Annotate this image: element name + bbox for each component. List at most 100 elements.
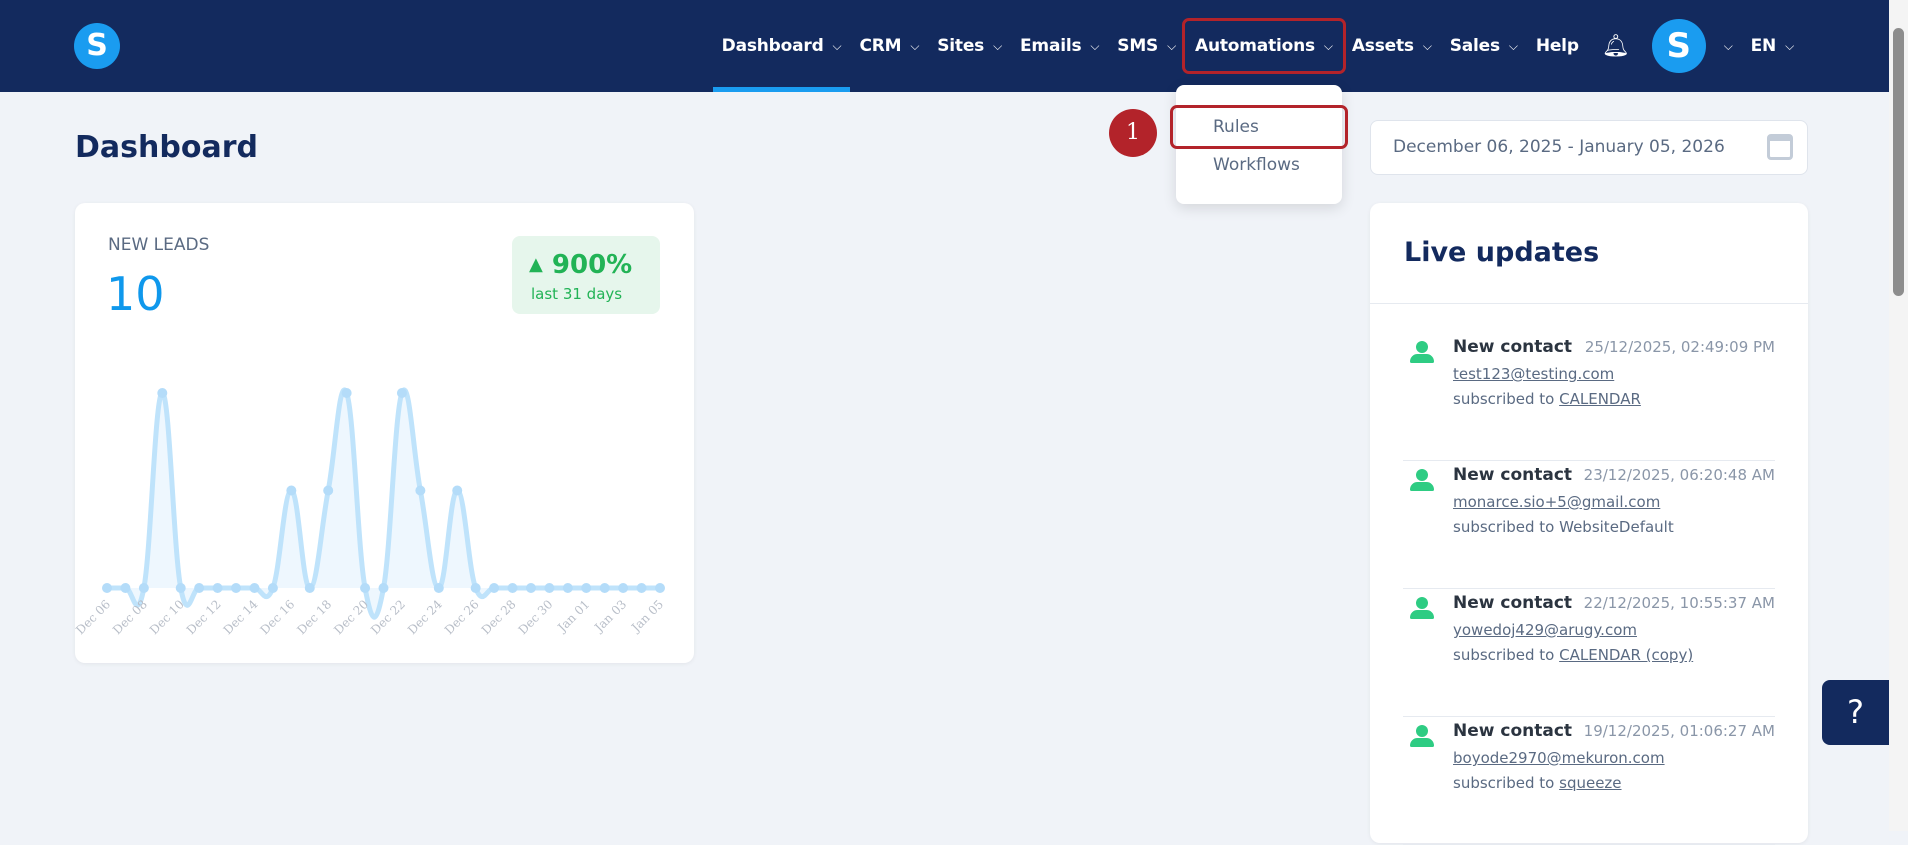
chart-point: [120, 583, 131, 593]
chart-point: [360, 583, 371, 593]
chart-point: [231, 583, 242, 593]
nav-label: Automations: [1195, 36, 1315, 56]
chevron-down-icon: ⌵: [1323, 38, 1333, 53]
chart-point: [544, 583, 555, 593]
update-timestamp: 25/12/2025, 02:49:09 PM: [1584, 338, 1775, 356]
chart-point: [286, 485, 297, 496]
user-menu-chevron[interactable]: ⌵: [1706, 21, 1742, 71]
automations-dropdown: Rules Workflows: [1170, 85, 1348, 204]
list-link[interactable]: CALENDAR: [1559, 390, 1641, 408]
help-button[interactable]: ?: [1822, 680, 1889, 745]
chart-point: [249, 583, 260, 593]
logo[interactable]: S: [74, 23, 120, 69]
update-timestamp: 22/12/2025, 10:55:37 AM: [1583, 594, 1775, 612]
live-update-item: New contact 25/12/2025, 02:49:09 PM test…: [1403, 333, 1775, 461]
subscription-prefix: subscribed to: [1453, 646, 1555, 664]
chart-point: [304, 583, 315, 593]
avatar[interactable]: S: [1651, 19, 1706, 73]
nav-label: Sites: [937, 36, 985, 56]
contact-email-link[interactable]: yowedoj429@arugy.com: [1453, 621, 1637, 639]
nav-emails[interactable]: Emails ⌵: [1011, 21, 1108, 71]
date-range-value: December 06, 2025 - January 05, 2026: [1393, 137, 1725, 157]
list-link[interactable]: squeeze: [1559, 774, 1621, 792]
language-label: EN: [1750, 36, 1777, 56]
chart-point: [525, 583, 536, 593]
live-updates-card: Live updates New contact 25/12/2025, 02:…: [1370, 203, 1808, 845]
person-icon: [1410, 341, 1434, 363]
live-update-item: New contact 19/12/2025, 01:06:27 AM boyo…: [1403, 717, 1775, 845]
chart-point: [433, 583, 444, 593]
contact-email-link[interactable]: monarce.sio+5@gmail.com: [1453, 493, 1660, 511]
subscription-prefix: subscribed to: [1453, 390, 1555, 408]
chart-point: [507, 583, 518, 593]
chart-point: [581, 583, 592, 593]
language-select[interactable]: EN ⌵: [1742, 21, 1803, 71]
scrollbar[interactable]: [1889, 0, 1908, 831]
chart-point: [175, 583, 186, 593]
nav-sites[interactable]: Sites ⌵: [928, 21, 1011, 71]
update-title: New contact: [1453, 337, 1573, 357]
x-tick-label: Jan 05: [627, 597, 666, 636]
update-timestamp: 23/12/2025, 06:20:48 AM: [1583, 466, 1775, 484]
list-link[interactable]: CALENDAR (copy): [1559, 646, 1693, 664]
live-update-item: New contact 22/12/2025, 10:55:37 AM yowe…: [1403, 589, 1775, 717]
chart-point: [378, 583, 389, 593]
chart-point: [636, 583, 647, 593]
subscription-prefix: subscribed to: [1453, 518, 1555, 536]
nav-assets[interactable]: Assets ⌵: [1343, 21, 1441, 71]
chart-point: [452, 485, 463, 496]
chart-point: [562, 583, 573, 593]
menu-item-workflows[interactable]: Workflows: [1176, 146, 1342, 184]
chart-point: [618, 583, 629, 593]
x-tick-label: Dec 24: [405, 597, 445, 637]
chart-point: [599, 583, 610, 593]
chart-point: [341, 388, 352, 398]
person-icon: [1410, 597, 1434, 619]
nav-label: Sales: [1449, 36, 1500, 56]
menu-item-rules[interactable]: Rules: [1170, 105, 1348, 149]
nav-dashboard[interactable]: Dashboard ⌵: [712, 21, 851, 92]
chart-point: [323, 485, 334, 496]
divider: [1370, 303, 1808, 304]
nav-sales[interactable]: Sales ⌵: [1441, 21, 1527, 71]
nav-help[interactable]: Help: [1527, 21, 1588, 71]
step-marker: 1: [1109, 109, 1157, 157]
scrollbar-thumb[interactable]: [1893, 28, 1904, 296]
live-update-item: New contact 23/12/2025, 06:20:48 AM mona…: [1403, 461, 1775, 589]
subscription-text: subscribed to squeeze: [1453, 774, 1622, 792]
person-icon: [1410, 469, 1434, 491]
date-range-picker[interactable]: December 06, 2025 - January 05, 2026: [1370, 120, 1808, 175]
chevron-down-icon: ⌵: [1090, 38, 1100, 53]
contact-email-link[interactable]: test123@testing.com: [1453, 365, 1614, 383]
update-timestamp: 19/12/2025, 01:06:27 AM: [1583, 722, 1775, 740]
contact-email-link[interactable]: boyode2970@mekuron.com: [1453, 749, 1665, 767]
chart-point: [470, 583, 481, 593]
chart-point: [138, 583, 149, 593]
update-title: New contact: [1453, 593, 1573, 613]
x-tick-label: Dec 14: [221, 597, 261, 637]
subscription-prefix: subscribed to: [1453, 774, 1555, 792]
subscription-text: subscribed to CALENDAR (copy): [1453, 646, 1693, 664]
chevron-down-icon: ⌵: [832, 38, 842, 53]
chart-point: [212, 583, 223, 593]
live-updates-title: Live updates: [1404, 237, 1600, 268]
x-tick-label: Dec 30: [516, 597, 556, 637]
chart-point: [415, 485, 426, 496]
nav-automations[interactable]: Automations ⌵: [1182, 18, 1346, 74]
nav-crm[interactable]: CRM ⌵: [850, 21, 928, 71]
bell-icon[interactable]: 🔔︎: [1588, 34, 1644, 59]
chart-point: [267, 583, 278, 593]
x-tick-label: Dec 20: [331, 597, 371, 637]
nav-label: Assets: [1351, 36, 1414, 56]
calendar-icon[interactable]: [1767, 134, 1793, 160]
x-tick-label: Dec 28: [479, 597, 519, 637]
chart-point: [157, 388, 168, 398]
nav-label: Dashboard: [721, 36, 824, 56]
x-tick-label: Dec 10: [147, 597, 187, 637]
person-icon: [1410, 725, 1434, 747]
nav-sms[interactable]: SMS ⌵: [1108, 21, 1185, 71]
chevron-down-icon: ⌵: [1785, 38, 1794, 53]
chevron-down-icon: ⌵: [1508, 38, 1518, 53]
update-title: New contact: [1453, 465, 1573, 485]
subscription-text: subscribed to CALENDAR: [1453, 390, 1641, 408]
